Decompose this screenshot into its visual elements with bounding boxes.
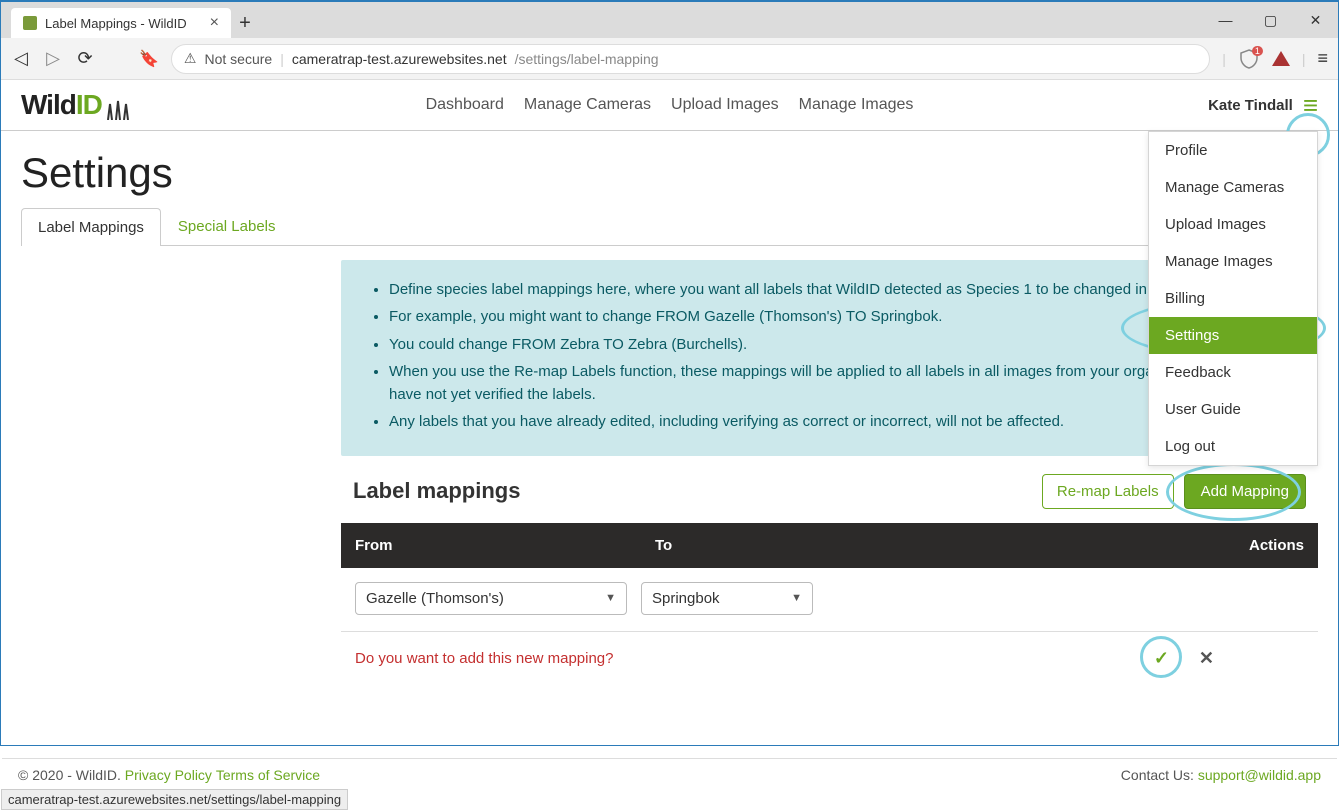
add-mapping-button[interactable]: Add Mapping <box>1184 474 1306 509</box>
tab-favicon <box>23 16 37 30</box>
menu-settings[interactable]: Settings <box>1149 317 1317 354</box>
to-select[interactable]: Springbok ▼ <box>641 582 813 615</box>
confirm-cancel-icon[interactable]: ✕ <box>1199 648 1214 669</box>
app-header: WildID Dashboard Manage Cameras Upload I… <box>1 80 1338 130</box>
tab-label-mappings[interactable]: Label Mappings <box>21 208 161 246</box>
footer-contact-label: Contact Us: <box>1121 767 1198 783</box>
app-menu-icon[interactable]: ≡ <box>1303 90 1318 120</box>
logo-text-accent: ID <box>76 89 102 120</box>
warning-icon: ⚠ <box>184 50 197 67</box>
confirm-prompt: Do you want to add this new mapping? <box>355 650 614 667</box>
page-title: Settings <box>21 149 1318 197</box>
brave-icon[interactable] <box>1272 51 1290 66</box>
logo-silhouette-icon <box>105 95 135 119</box>
footer-terms-link[interactable]: Terms of Service <box>216 767 320 783</box>
user-dropdown: Profile Manage Cameras Upload Images Man… <box>1148 131 1318 466</box>
footer-contact-email[interactable]: support@wildid.app <box>1198 767 1321 783</box>
footer-copyright: © 2020 - WildID. <box>18 767 121 783</box>
url-host: cameratrap-test.azurewebsites.net <box>292 51 507 67</box>
confirm-check-icon[interactable]: ✓ <box>1154 648 1169 668</box>
col-header-to: To <box>655 537 1204 554</box>
browser-titlebar: Label Mappings - WildID × + — ▢ ✕ <box>1 2 1338 38</box>
col-header-from: From <box>355 537 655 554</box>
window-close-button[interactable]: ✕ <box>1293 2 1338 38</box>
footer-privacy-link[interactable]: Privacy Policy <box>125 767 212 783</box>
to-value: Springbok <box>652 590 720 607</box>
tab-special-labels[interactable]: Special Labels <box>161 207 293 245</box>
shield-icon[interactable]: 1 <box>1238 49 1260 69</box>
menu-log-out[interactable]: Log out <box>1149 428 1317 465</box>
new-tab-button[interactable]: + <box>231 8 259 38</box>
address-bar[interactable]: ⚠ Not secure | cameratrap-test.azurewebs… <box>171 44 1210 74</box>
nav-manage-cameras[interactable]: Manage Cameras <box>524 96 651 114</box>
remap-labels-button[interactable]: Re-map Labels <box>1042 474 1174 509</box>
menu-manage-cameras[interactable]: Manage Cameras <box>1149 169 1317 206</box>
logo-text-main: Wild <box>21 89 76 120</box>
status-bar: cameratrap-test.azurewebsites.net/settin… <box>1 789 348 810</box>
chevron-down-icon: ▼ <box>791 592 802 604</box>
back-button[interactable]: ◁ <box>11 48 31 69</box>
browser-tab[interactable]: Label Mappings - WildID × <box>11 8 231 38</box>
shield-badge-count: 1 <box>1252 46 1263 56</box>
menu-profile[interactable]: Profile <box>1149 132 1317 169</box>
tab-close-icon[interactable]: × <box>210 15 219 31</box>
window-minimize-button[interactable]: — <box>1203 2 1248 38</box>
security-label: Not secure <box>204 51 272 67</box>
window-maximize-button[interactable]: ▢ <box>1248 2 1293 38</box>
user-name[interactable]: Kate Tindall <box>1208 97 1293 114</box>
bookmark-icon[interactable]: 🔖 <box>139 49 159 69</box>
section-title: Label mappings <box>353 478 520 504</box>
from-select[interactable]: Gazelle (Thomson's) ▼ <box>355 582 627 615</box>
table-row: Gazelle (Thomson's) ▼ Springbok ▼ <box>341 568 1318 615</box>
col-header-actions: Actions <box>1204 537 1304 554</box>
menu-user-guide[interactable]: User Guide <box>1149 391 1317 428</box>
nav-manage-images[interactable]: Manage Images <box>799 96 914 114</box>
reload-button[interactable]: ⟳ <box>75 48 95 69</box>
url-path: /settings/label-mapping <box>515 51 659 67</box>
forward-button[interactable]: ▷ <box>43 48 63 69</box>
nav-dashboard[interactable]: Dashboard <box>426 96 504 114</box>
menu-manage-images[interactable]: Manage Images <box>1149 243 1317 280</box>
browser-toolbar: ◁ ▷ ⟳ 🔖 ⚠ Not secure | cameratrap-test.a… <box>1 38 1338 80</box>
app-logo[interactable]: WildID <box>21 89 135 121</box>
table-header: From To Actions <box>341 523 1318 568</box>
from-value: Gazelle (Thomson's) <box>366 590 504 607</box>
browser-menu-icon[interactable]: ≡ <box>1317 48 1328 69</box>
menu-billing[interactable]: Billing <box>1149 280 1317 317</box>
menu-feedback[interactable]: Feedback <box>1149 354 1317 391</box>
tab-title: Label Mappings - WildID <box>45 16 187 31</box>
chevron-down-icon: ▼ <box>605 592 616 604</box>
nav-upload-images[interactable]: Upload Images <box>671 96 779 114</box>
footer: © 2020 - WildID. Privacy Policy Terms of… <box>2 758 1337 791</box>
menu-upload-images[interactable]: Upload Images <box>1149 206 1317 243</box>
